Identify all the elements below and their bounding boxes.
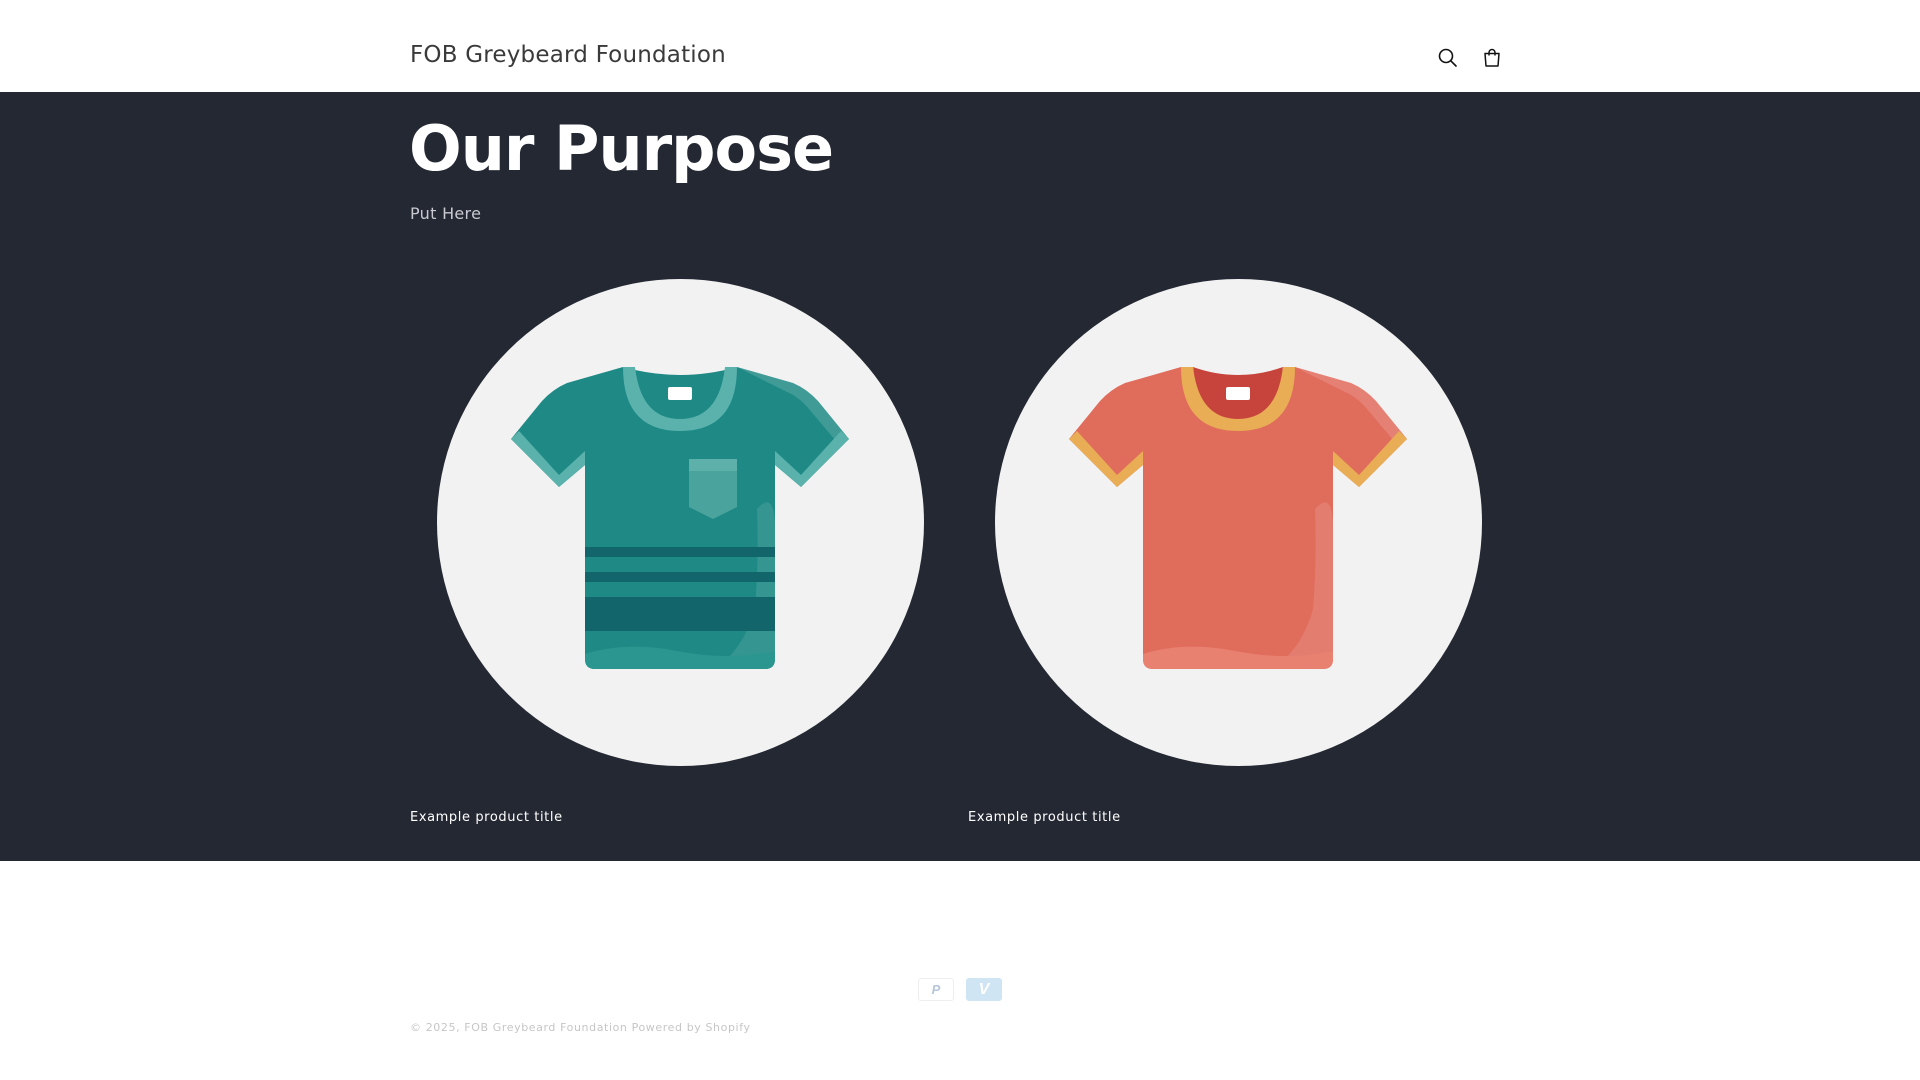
paypal-icon: P xyxy=(918,978,954,1001)
product-image[interactable] xyxy=(995,279,1482,766)
product-card[interactable]: Example product title xyxy=(968,279,1488,879)
section-description: Put Here xyxy=(410,204,482,223)
copyright-brand-link[interactable]: FOB Greybeard Foundation xyxy=(464,1021,627,1034)
section-title: Our Purpose xyxy=(409,112,834,185)
copyright-text: © 2025, FOB Greybeard Foundation Powered… xyxy=(410,1021,751,1034)
powered-by-shopify-link[interactable]: Powered by Shopify xyxy=(632,1021,751,1034)
site-header: FOB Greybeard Foundation xyxy=(0,0,1920,92)
search-icon xyxy=(1438,48,1457,67)
cart-button[interactable] xyxy=(1478,44,1506,72)
venmo-glyph: V xyxy=(978,980,990,998)
search-button[interactable] xyxy=(1434,44,1462,72)
venmo-icon: V xyxy=(966,978,1002,1001)
brand-logo-link[interactable]: FOB Greybeard Foundation xyxy=(410,42,726,68)
site-footer: P V © 2025, FOB Greybeard Foundation Pow… xyxy=(0,861,1920,1080)
product-title[interactable]: Example product title xyxy=(410,810,563,825)
paypal-glyph: P xyxy=(931,982,941,997)
product-title[interactable]: Example product title xyxy=(968,810,1121,825)
product-image[interactable] xyxy=(437,279,924,766)
teal-tshirt-icon xyxy=(511,367,849,669)
copyright-prefix: © 2025, xyxy=(410,1021,461,1034)
product-card[interactable]: Example product title xyxy=(410,279,930,879)
collection-section: Our Purpose Put Here Example product tit… xyxy=(0,92,1920,861)
coral-tshirt-icon xyxy=(1069,367,1407,669)
cart-icon xyxy=(1484,48,1500,67)
